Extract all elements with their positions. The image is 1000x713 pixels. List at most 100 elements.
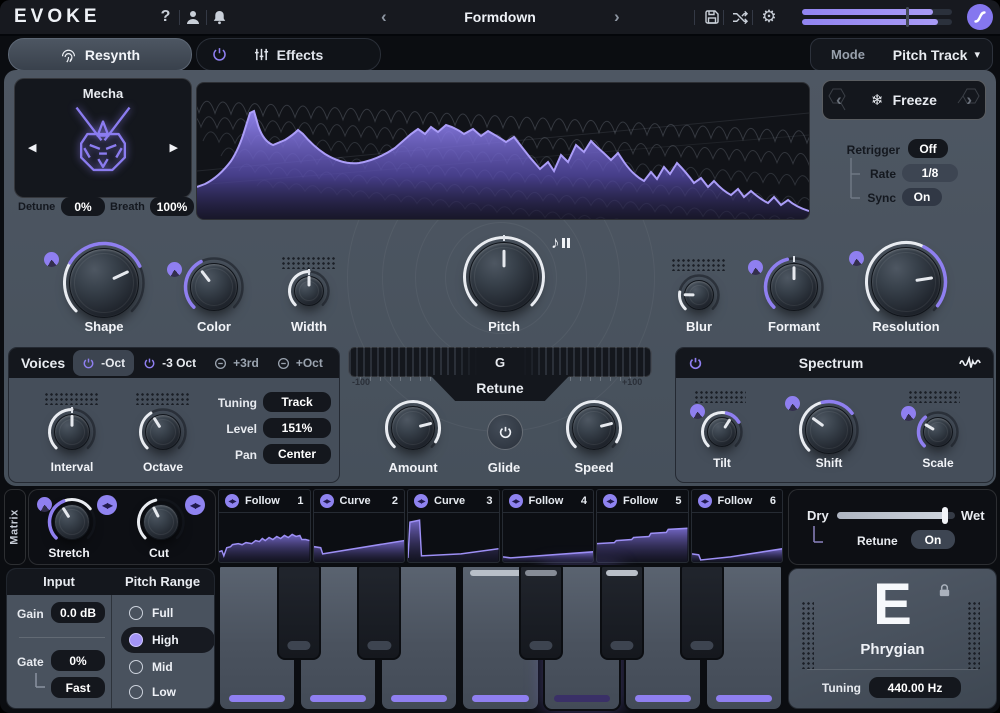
sync-value[interactable]: On [902,188,942,206]
radio-icon[interactable] [129,660,143,674]
scale-knob[interactable] [915,409,961,455]
account-icon[interactable] [180,6,206,28]
key-tuning-value[interactable]: 440.00 Hz [869,677,961,698]
preset-name[interactable]: Formdown [464,9,536,25]
lane-arrows-icon[interactable]: ◀▶ [603,494,617,508]
preset-next-icon[interactable]: › [614,7,620,27]
retune-tuner-strip[interactable]: G [348,347,652,377]
brand-avatar[interactable] [967,4,993,30]
shape-knob[interactable] [61,240,147,326]
pitch-range-option-high[interactable]: High [121,627,215,653]
radio-icon[interactable] [129,685,143,699]
glide-power-button[interactable] [487,414,523,450]
lane-arrows-icon[interactable]: ◀▶ [320,494,334,508]
lane-arrows-icon[interactable]: ◀▶ [698,494,712,508]
radio-icon[interactable] [129,633,143,647]
preset-next-arrow-icon[interactable]: ▶ [170,141,178,154]
mod-lane-1[interactable]: ◀▶Follow1 [218,489,311,563]
shift-knob[interactable] [797,398,861,462]
mode-selector[interactable]: Mode Pitch Track ▾ [810,38,993,71]
detune-value[interactable]: 0% [61,197,105,216]
lane-envelope[interactable] [597,513,688,562]
voice-tab-minus-3oct[interactable]: -3 Oct [134,350,205,376]
pan-value[interactable]: Center [263,444,331,464]
key-a-sharp[interactable] [680,565,724,660]
lane-envelope[interactable] [503,513,594,562]
preset-prev-icon[interactable]: ‹ [381,7,387,27]
tilt-knob[interactable] [699,409,745,455]
mod-lane-4[interactable]: ◀▶Follow4 [502,489,595,563]
freeze-button[interactable]: ‹ ❄ Freeze › [822,80,986,120]
interval-knob[interactable] [46,406,98,458]
key-note[interactable]: E [789,571,996,638]
freeze-next-icon[interactable]: › [966,90,972,110]
slider-handle[interactable] [942,507,948,524]
lane-number: 5 [675,495,681,507]
randomize-shuffle-icon[interactable] [727,6,753,28]
effects-power-icon[interactable] [211,46,228,63]
gate-value[interactable]: 0% [51,650,105,671]
spectrum-power-icon[interactable] [688,356,703,371]
lane-envelope[interactable] [692,513,783,562]
pitch-range-option-low[interactable]: Low [121,679,215,705]
mod-lane-5[interactable]: ◀▶Follow5 [596,489,689,563]
voice-tab-plus-3rd[interactable]: +3rd [205,350,268,376]
blur-knob[interactable] [676,272,722,318]
cut-assign-arrows-icon[interactable]: ◀▶ [185,495,205,515]
key-g-sharp[interactable] [600,565,644,660]
dry-wet-slider[interactable] [837,512,955,519]
divider [694,10,695,25]
level-value[interactable]: 151% [263,418,331,438]
lane-envelope[interactable] [408,513,499,562]
octave-knob[interactable] [137,406,189,458]
amount-knob[interactable] [383,398,443,458]
voice-tab-plus-oct[interactable]: +Oct [268,350,332,376]
tab-resynth[interactable]: Resynth [8,38,192,71]
stretch-assign-arrows-icon[interactable]: ◀▶ [97,495,117,515]
lane-arrows-icon[interactable]: ◀▶ [509,494,523,508]
retrigger-value[interactable]: Off [908,139,948,158]
lane-arrows-icon[interactable]: ◀▶ [414,494,428,508]
lane-arrows-icon[interactable]: ◀▶ [225,494,239,508]
color-knob[interactable] [182,255,246,319]
help-icon[interactable]: ? [153,6,179,28]
cut-knob[interactable] [135,496,187,548]
formant-knob[interactable] [762,255,826,319]
lane-envelope[interactable] [219,513,310,562]
mod-lane-6[interactable]: ◀▶Follow6 [691,489,784,563]
pitch-range-option-full[interactable]: Full [121,600,215,626]
mod-lane-3[interactable]: ◀▶Curve3 [407,489,500,563]
key-scale[interactable]: Phrygian [789,641,996,658]
settings-gear-icon[interactable]: ⚙ [756,6,782,28]
matrix-side-tab[interactable]: Matrix [4,489,26,565]
mix-retune-value[interactable]: On [911,530,955,549]
width-knob[interactable] [286,268,332,314]
breath-label: Breath [110,201,145,213]
preset-prev-arrow-icon[interactable]: ◀ [28,141,36,154]
pitch-range-option-mid[interactable]: Mid [121,654,215,680]
gain-value[interactable]: 0.0 dB [51,602,105,623]
meter-handle[interactable] [906,7,909,27]
breath-value[interactable]: 100% [150,197,194,216]
save-icon[interactable] [699,6,725,28]
resolution-knob[interactable] [863,239,949,325]
radio-icon[interactable] [129,606,143,620]
tuning-value[interactable]: Track [263,392,331,412]
freeze-prev-icon[interactable]: ‹ [836,90,842,110]
stretch-knob[interactable] [46,496,98,548]
mod-lane-2[interactable]: ◀▶Curve2 [313,489,406,563]
rate-value[interactable]: 1/8 [902,164,958,182]
gate-speed-value[interactable]: Fast [51,677,105,698]
tab-effects[interactable]: Effects [196,38,381,71]
pitch-knob[interactable] [461,234,547,320]
key-c-sharp[interactable] [277,565,321,660]
input-title: Input [7,569,111,595]
notifications-bell-icon[interactable] [207,6,233,28]
speed-knob[interactable] [564,398,624,458]
color-knob-label: Color [197,319,231,334]
voice-tab-minus-oct[interactable]: -Oct [73,350,134,376]
key-f-sharp[interactable] [519,565,563,660]
chevron-down-icon: ▾ [974,48,980,61]
lane-envelope[interactable] [314,513,405,562]
key-d-sharp[interactable] [357,565,401,660]
